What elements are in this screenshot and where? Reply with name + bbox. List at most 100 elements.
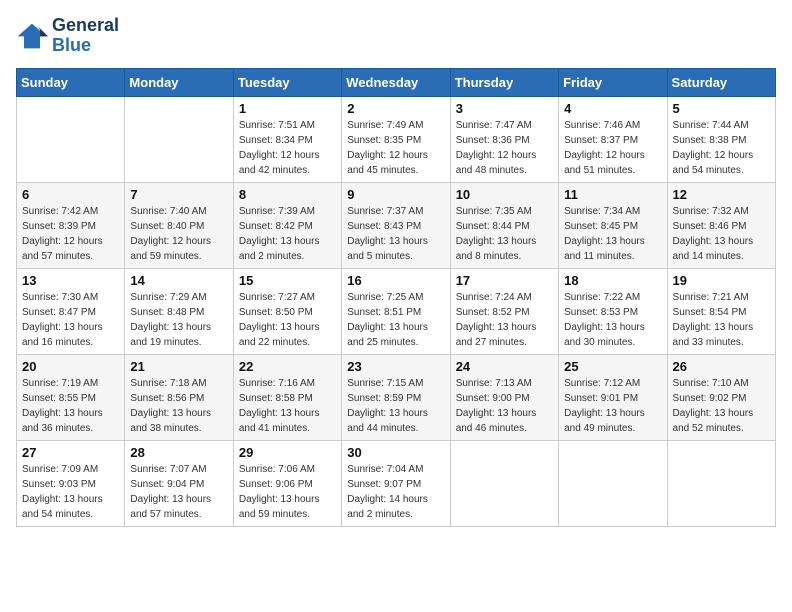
day-info: Sunrise: 7:29 AMSunset: 8:48 PMDaylight:…: [130, 290, 227, 350]
day-info: Sunrise: 7:49 AMSunset: 8:35 PMDaylight:…: [347, 118, 444, 178]
day-info: Sunrise: 7:12 AMSunset: 9:01 PMDaylight:…: [564, 376, 661, 436]
calendar-cell: 17 Sunrise: 7:24 AMSunset: 8:52 PMDayligh…: [450, 268, 558, 354]
calendar-cell: 30Sunrise: 7:04 AMSunset: 9:07 PMDayligh…: [342, 440, 450, 526]
day-info: Sunrise: 7:30 AMSunset: 8:47 PMDaylight:…: [22, 290, 119, 350]
calendar-cell: 14 Sunrise: 7:29 AMSunset: 8:48 PMDayligh…: [125, 268, 233, 354]
day-number: 3: [456, 101, 553, 116]
weekday-header-tuesday: Tuesday: [233, 68, 341, 96]
day-info: Sunrise: 7:18 AMSunset: 8:56 PMDaylight:…: [130, 376, 227, 436]
day-info: Sunrise: 7:25 AMSunset: 8:51 PMDaylight:…: [347, 290, 444, 350]
day-number: 8: [239, 187, 336, 202]
day-info: Sunrise: 7:39 AMSunset: 8:42 PMDaylight:…: [239, 204, 336, 264]
calendar-cell: 13 Sunrise: 7:30 AMSunset: 8:47 PMDayligh…: [17, 268, 125, 354]
calendar-cell: 4 Sunrise: 7:46 AMSunset: 8:37 PMDaylight…: [559, 96, 667, 182]
calendar-table: SundayMondayTuesdayWednesdayThursdayFrid…: [16, 68, 776, 527]
day-number: 29: [239, 445, 336, 460]
calendar-cell: 5 Sunrise: 7:44 AMSunset: 8:38 PMDaylight…: [667, 96, 775, 182]
calendar-cell: 28 Sunrise: 7:07 AMSunset: 9:04 PMDayligh…: [125, 440, 233, 526]
day-info: Sunrise: 7:19 AMSunset: 8:55 PMDaylight:…: [22, 376, 119, 436]
day-info: Sunrise: 7:32 AMSunset: 8:46 PMDaylight:…: [673, 204, 770, 264]
day-number: 15: [239, 273, 336, 288]
day-info: Sunrise: 7:34 AMSunset: 8:45 PMDaylight:…: [564, 204, 661, 264]
day-info: Sunrise: 7:35 AMSunset: 8:44 PMDaylight:…: [456, 204, 553, 264]
weekday-header-saturday: Saturday: [667, 68, 775, 96]
calendar-cell: 24 Sunrise: 7:13 AMSunset: 9:00 PMDayligh…: [450, 354, 558, 440]
calendar-cell: 21 Sunrise: 7:18 AMSunset: 8:56 PMDayligh…: [125, 354, 233, 440]
day-info: Sunrise: 7:42 AMSunset: 8:39 PMDaylight:…: [22, 204, 119, 264]
day-info: Sunrise: 7:22 AMSunset: 8:53 PMDaylight:…: [564, 290, 661, 350]
day-info: Sunrise: 7:04 AMSunset: 9:07 PMDaylight:…: [347, 462, 444, 522]
calendar-cell: 7Sunrise: 7:40 AMSunset: 8:40 PMDaylight…: [125, 182, 233, 268]
day-info: Sunrise: 7:06 AMSunset: 9:06 PMDaylight:…: [239, 462, 336, 522]
day-info: Sunrise: 7:16 AMSunset: 8:58 PMDaylight:…: [239, 376, 336, 436]
day-number: 11: [564, 187, 661, 202]
day-number: 16: [347, 273, 444, 288]
day-number: 17: [456, 273, 553, 288]
weekday-header-monday: Monday: [125, 68, 233, 96]
day-number: 27: [22, 445, 119, 460]
calendar-cell: 18 Sunrise: 7:22 AMSunset: 8:53 PMDayligh…: [559, 268, 667, 354]
day-number: 28: [130, 445, 227, 460]
logo-text: General Blue: [52, 16, 119, 56]
day-info: Sunrise: 7:15 AMSunset: 8:59 PMDaylight:…: [347, 376, 444, 436]
day-info: Sunrise: 7:37 AMSunset: 8:43 PMDaylight:…: [347, 204, 444, 264]
day-info: Sunrise: 7:24 AMSunset: 8:52 PMDaylight:…: [456, 290, 553, 350]
day-number: 25: [564, 359, 661, 374]
calendar-cell: 22 Sunrise: 7:16 AMSunset: 8:58 PMDayligh…: [233, 354, 341, 440]
day-number: 13: [22, 273, 119, 288]
day-info: Sunrise: 7:21 AMSunset: 8:54 PMDaylight:…: [673, 290, 770, 350]
day-number: 4: [564, 101, 661, 116]
page-header: General Blue: [16, 16, 776, 56]
day-info: Sunrise: 7:40 AMSunset: 8:40 PMDaylight:…: [130, 204, 227, 264]
weekday-header-sunday: Sunday: [17, 68, 125, 96]
day-info: Sunrise: 7:47 AMSunset: 8:36 PMDaylight:…: [456, 118, 553, 178]
day-info: Sunrise: 7:10 AMSunset: 9:02 PMDaylight:…: [673, 376, 770, 436]
day-info: Sunrise: 7:44 AMSunset: 8:38 PMDaylight:…: [673, 118, 770, 178]
calendar-cell: 1 Sunrise: 7:51 AMSunset: 8:34 PMDaylight…: [233, 96, 341, 182]
day-info: Sunrise: 7:27 AMSunset: 8:50 PMDaylight:…: [239, 290, 336, 350]
calendar-cell: 9 Sunrise: 7:37 AMSunset: 8:43 PMDaylight…: [342, 182, 450, 268]
day-number: 2: [347, 101, 444, 116]
day-info: Sunrise: 7:51 AMSunset: 8:34 PMDaylight:…: [239, 118, 336, 178]
weekday-header-friday: Friday: [559, 68, 667, 96]
day-number: 20: [22, 359, 119, 374]
calendar-cell: 2 Sunrise: 7:49 AMSunset: 8:35 PMDaylight…: [342, 96, 450, 182]
day-info: Sunrise: 7:46 AMSunset: 8:37 PMDaylight:…: [564, 118, 661, 178]
calendar-cell: 10 Sunrise: 7:35 AMSunset: 8:44 PMDayligh…: [450, 182, 558, 268]
calendar-cell: 19Sunrise: 7:21 AMSunset: 8:54 PMDayligh…: [667, 268, 775, 354]
day-info: Sunrise: 7:07 AMSunset: 9:04 PMDaylight:…: [130, 462, 227, 522]
day-number: 9: [347, 187, 444, 202]
calendar-cell: [17, 96, 125, 182]
calendar-cell: 26Sunrise: 7:10 AMSunset: 9:02 PMDayligh…: [667, 354, 775, 440]
calendar-cell: 8 Sunrise: 7:39 AMSunset: 8:42 PMDaylight…: [233, 182, 341, 268]
day-number: 10: [456, 187, 553, 202]
day-number: 5: [673, 101, 770, 116]
calendar-cell: 3 Sunrise: 7:47 AMSunset: 8:36 PMDaylight…: [450, 96, 558, 182]
day-number: 21: [130, 359, 227, 374]
calendar-cell: 16 Sunrise: 7:25 AMSunset: 8:51 PMDayligh…: [342, 268, 450, 354]
calendar-cell: 6 Sunrise: 7:42 AMSunset: 8:39 PMDaylight…: [17, 182, 125, 268]
logo-icon: [16, 22, 48, 50]
day-number: 1: [239, 101, 336, 116]
calendar-cell: 25 Sunrise: 7:12 AMSunset: 9:01 PMDayligh…: [559, 354, 667, 440]
day-number: 24: [456, 359, 553, 374]
day-number: 22: [239, 359, 336, 374]
weekday-header-wednesday: Wednesday: [342, 68, 450, 96]
calendar-cell: 12 Sunrise: 7:32 AMSunset: 8:46 PMDayligh…: [667, 182, 775, 268]
calendar-cell: 23 Sunrise: 7:15 AMSunset: 8:59 PMDayligh…: [342, 354, 450, 440]
day-number: 23: [347, 359, 444, 374]
calendar-cell: [667, 440, 775, 526]
day-number: 12: [673, 187, 770, 202]
day-number: 14: [130, 273, 227, 288]
day-info: Sunrise: 7:09 AMSunset: 9:03 PMDaylight:…: [22, 462, 119, 522]
day-number: 18: [564, 273, 661, 288]
calendar-cell: 27 Sunrise: 7:09 AMSunset: 9:03 PMDayligh…: [17, 440, 125, 526]
day-info: Sunrise: 7:13 AMSunset: 9:00 PMDaylight:…: [456, 376, 553, 436]
logo: General Blue: [16, 16, 119, 56]
calendar-cell: 29 Sunrise: 7:06 AMSunset: 9:06 PMDayligh…: [233, 440, 341, 526]
day-number: 6: [22, 187, 119, 202]
calendar-cell: [559, 440, 667, 526]
weekday-header-thursday: Thursday: [450, 68, 558, 96]
calendar-cell: 11 Sunrise: 7:34 AMSunset: 8:45 PMDayligh…: [559, 182, 667, 268]
calendar-cell: 15 Sunrise: 7:27 AMSunset: 8:50 PMDayligh…: [233, 268, 341, 354]
